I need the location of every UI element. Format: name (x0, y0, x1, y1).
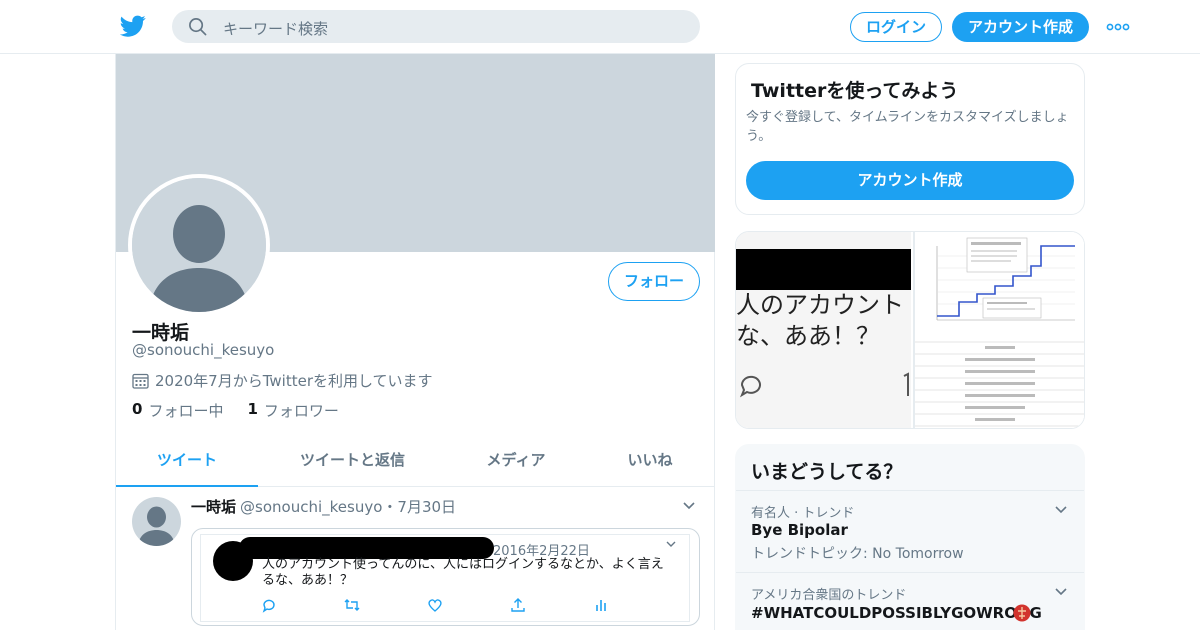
tweet-author-handle[interactable]: @sonouchi_kesuyo (240, 498, 382, 516)
search-input[interactable]: キーワード検索 (172, 10, 700, 43)
signup-card-description: 今すぐ登録して、タイムラインをカスタマイズしましょう。 (746, 110, 1069, 144)
redacted-name (239, 537, 494, 559)
document-chart-image (915, 232, 1084, 428)
default-avatar-icon (132, 178, 266, 312)
redacted-bar (736, 249, 911, 290)
reply-icon (739, 375, 761, 398)
profile-handle[interactable]: @sonouchi_kesuyo (132, 341, 274, 359)
follow-counts: 0 フォロー中 1 フォロワー (132, 400, 363, 421)
profile-column: フォロー 一時垢 @sonouchi_kesuyo 2020年7月からTwitt… (115, 54, 715, 630)
signup-button[interactable]: アカウント作成 (952, 12, 1089, 42)
reply-icon (261, 597, 277, 617)
profile-avatar[interactable] (128, 174, 270, 316)
quoted-tweet-screenshot: 2016年2月22日 人のアカウント使ってんのに、人にはログインするなとか、よく… (200, 534, 690, 622)
tab-tweets[interactable]: ツイート (116, 438, 258, 487)
chevron-down-icon[interactable] (1054, 505, 1068, 515)
followers-label[interactable]: フォロワー (264, 400, 339, 421)
partial-icon (903, 372, 909, 396)
trend-meta: アメリカ合衆国のトレンド (751, 588, 907, 603)
login-button[interactable]: ログイン (850, 12, 942, 42)
chevron-down-icon[interactable] (682, 501, 696, 511)
media-thumb-2[interactable] (913, 232, 1084, 428)
tweet-sep: ・ (382, 498, 398, 516)
signup-card-button[interactable]: アカウント作成 (746, 161, 1074, 200)
signup-card: Twitterを使ってみよう 今すぐ登録して、タイムラインをカスタマイズしましょ… (735, 63, 1085, 215)
retweet-icon (343, 597, 361, 617)
following-count[interactable]: 0 (132, 400, 142, 421)
twitter-logo-icon[interactable] (120, 13, 146, 39)
embedded-image[interactable]: 2016年2月22日 人のアカウント使ってんのに、人にはログインするなとか、よく… (191, 528, 700, 626)
media-text-line-2: な、ああ！？ (736, 322, 880, 350)
quoted-actions (261, 597, 621, 617)
tweet-header: 一時垢 @sonouchi_kesuyo・7月30日 (191, 496, 456, 517)
tab-media[interactable]: メディア (468, 438, 564, 487)
tweet-date[interactable]: 7月30日 (397, 498, 456, 516)
calendar-icon (132, 373, 149, 389)
trends-card: いまどうしてる？ 有名人 · トレンド Bye Bipolar トレンドトピック… (735, 444, 1085, 630)
trend-subtitle: トレンドトピック: No Tomorrow (751, 546, 964, 562)
signup-card-title: Twitterを使ってみよう (751, 80, 959, 102)
followers-count[interactable]: 1 (247, 400, 257, 421)
follow-button[interactable]: フォロー (608, 262, 700, 301)
trend-meta: 有名人 · トレンド (751, 506, 855, 521)
hashflag-emoji-icon (1013, 604, 1031, 622)
chevron-down-icon[interactable] (1054, 587, 1068, 597)
tweet-avatar[interactable] (132, 497, 181, 546)
share-icon (510, 597, 526, 617)
divider (736, 490, 1084, 491)
tweet-author-name[interactable]: 一時垢 (191, 498, 236, 516)
search-icon (189, 18, 207, 36)
trend-name[interactable]: Bye Bipolar (751, 521, 848, 539)
default-avatar-icon (138, 506, 175, 546)
analytics-icon (594, 597, 608, 617)
divider (736, 572, 1084, 573)
chevron-down-icon (666, 541, 676, 547)
tweet-item[interactable]: 一時垢 @sonouchi_kesuyo・7月30日 2016年2月22日 人のア… (116, 487, 715, 630)
joined-text: 2020年7月からTwitterを利用しています (155, 372, 433, 390)
top-nav: キーワード検索 ログイン アカウント作成 (0, 0, 1200, 54)
quoted-text: 人のアカウント使ってんのに、人にはログインするなとか、よく言えるな、ああ！？ (262, 557, 664, 588)
profile-tabs: ツイート ツイートと返信 メディア いいね (116, 438, 715, 487)
tab-tweets-replies[interactable]: ツイートと返信 (279, 438, 426, 487)
media-thumb-text: 人のアカウント な、ああ！？ (736, 290, 911, 352)
more-dots-icon[interactable] (1106, 19, 1130, 35)
trends-title: いまどうしてる？ (751, 461, 903, 483)
media-text-line-1: 人のアカウント (736, 291, 904, 319)
search-placeholder: キーワード検索 (223, 20, 329, 38)
trend-name[interactable]: #WHATCOULDPOSSIBLYGOWRONG (751, 604, 1042, 622)
like-icon (427, 597, 443, 617)
media-thumb-1[interactable]: 人のアカウント な、ああ！？ (736, 232, 911, 428)
joined-date: 2020年7月からTwitterを利用しています (132, 370, 433, 391)
media-grid: 人のアカウント な、ああ！？ (735, 231, 1085, 429)
following-label[interactable]: フォロー中 (148, 400, 223, 421)
tab-likes[interactable]: いいね (610, 438, 690, 487)
